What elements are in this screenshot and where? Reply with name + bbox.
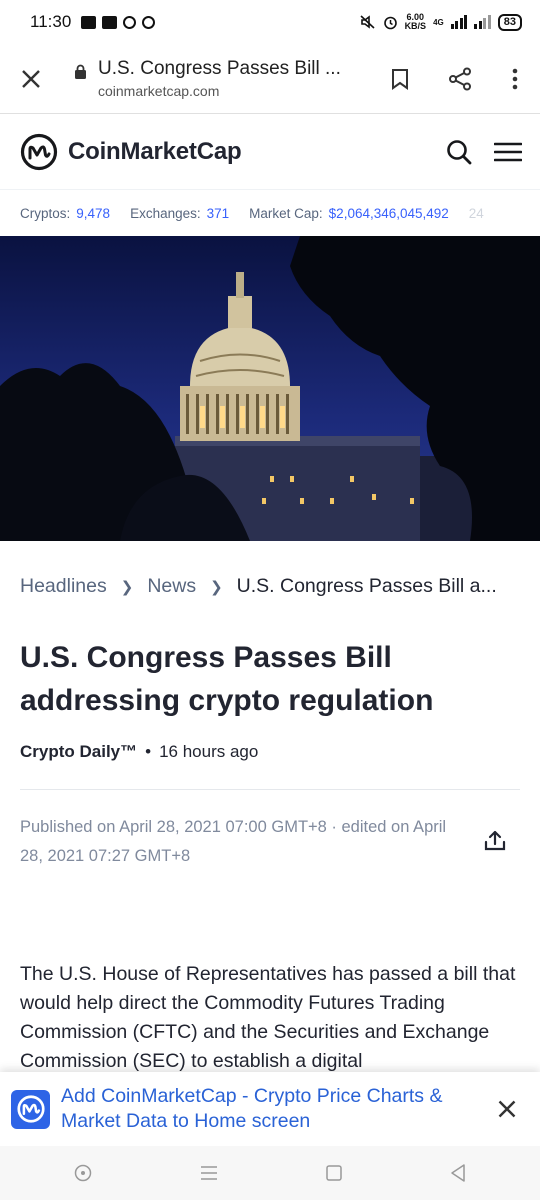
coinmarketcap-app-icon <box>16 1095 45 1123</box>
battery-icon: 83 <box>497 13 522 31</box>
facebook-icon <box>102 15 118 29</box>
share-page-button[interactable] <box>430 44 490 114</box>
article-title: U.S. Congress Passes Bill addressing cry… <box>20 641 434 717</box>
chrome-icon <box>142 15 156 29</box>
status-time: 11:30 <box>30 12 72 31</box>
page-title: U.S. Congress Passes Bill ... <box>98 58 341 79</box>
home-icon[interactable] <box>325 1164 343 1182</box>
banner-close-button[interactable] <box>474 1072 540 1146</box>
app-icon <box>11 1089 50 1129</box>
stat-overflow-text: 24 <box>468 205 484 221</box>
article-author[interactable]: Crypto Daily™ <box>20 742 137 762</box>
breadcrumb: Headlines ❯ News ❯ U.S. Congress Passes … <box>20 575 525 598</box>
network-speed: 6.00 KB/S <box>405 13 427 31</box>
byline-separator: • <box>145 742 152 761</box>
page-url: coinmarketcap.com <box>98 83 220 99</box>
signal-icon-2 <box>474 15 491 29</box>
stat-value: $2,064,346,045,492 <box>328 205 449 221</box>
article-published-date: Published on April 28, 2021 07:00 GMT+8 … <box>20 818 447 865</box>
article-time-ago: 16 hours ago <box>159 742 259 761</box>
divider <box>20 789 520 790</box>
recents-menu-icon[interactable] <box>199 1165 219 1181</box>
browser-toolbar: U.S. Congress Passes Bill ... coinmarket… <box>0 44 540 114</box>
breadcrumb-headlines[interactable]: Headlines <box>20 575 107 598</box>
close-icon <box>22 69 40 88</box>
alarm-icon <box>383 16 397 29</box>
article-hero-image <box>0 236 540 541</box>
browser-menu-button[interactable] <box>490 44 540 114</box>
capitol-night-image <box>0 236 540 541</box>
messenger-icon <box>123 15 137 29</box>
add-to-home-link[interactable]: Add CoinMarketCap - Crypto Price Charts … <box>61 1084 471 1134</box>
search-icon[interactable] <box>446 139 472 165</box>
stat-value: 371 <box>206 205 230 221</box>
youtube-icon <box>81 15 97 29</box>
stat-label: Exchanges: <box>130 205 201 221</box>
global-stats-bar: Cryptos: 9,478 Exchanges: 371 Market Cap: $… <box>0 190 540 236</box>
mute-icon <box>360 15 375 29</box>
hamburger-menu-icon[interactable] <box>494 141 522 163</box>
stat-cryptos[interactable]: Cryptos: 9,478 <box>20 206 110 221</box>
speed-unit: KB/S <box>404 21 427 31</box>
stat-value: 9,478 <box>76 205 111 221</box>
url-bar[interactable]: U.S. Congress Passes Bill ... coinmarket… <box>62 58 370 99</box>
site-logo-text[interactable]: CoinMarketCap <box>68 138 242 166</box>
add-to-home-banner: Add CoinMarketCap - Crypto Price Charts … <box>0 1072 540 1146</box>
bookmark-button[interactable] <box>370 44 430 114</box>
article-body: The U.S. House of Representatives has pa… <box>20 963 516 1072</box>
chevron-right-icon: ❯ <box>120 578 134 596</box>
article-share-button[interactable] <box>478 824 512 858</box>
lock-icon <box>75 64 86 79</box>
notification-icons <box>81 15 156 29</box>
system-nav-bar <box>0 1146 540 1200</box>
coinmarketcap-logo-icon[interactable] <box>20 133 58 171</box>
assistant-icon[interactable] <box>73 1163 93 1183</box>
stat-market-cap[interactable]: Market Cap: $2,064,346,045,492 <box>249 206 449 221</box>
upload-share-icon <box>484 830 506 851</box>
share-icon <box>449 67 471 90</box>
status-bar: 11:30 6.00 KB/S 4G 83 <box>0 0 540 44</box>
breadcrumb-current: U.S. Congress Passes Bill a... <box>236 575 497 597</box>
close-icon <box>498 1100 516 1118</box>
bookmark-icon <box>392 68 408 90</box>
network-type: 4G <box>433 17 444 27</box>
signal-icon <box>450 15 468 29</box>
breadcrumb-news[interactable]: News <box>147 575 196 598</box>
site-header: CoinMarketCap <box>0 114 540 190</box>
stat-label: Cryptos: <box>20 205 71 221</box>
stat-label: Market Cap: <box>249 205 323 221</box>
back-icon[interactable] <box>449 1163 467 1183</box>
more-vert-icon <box>512 68 518 89</box>
article-byline: Crypto Daily™ • 16 hours ago <box>20 742 258 762</box>
chevron-right-icon: ❯ <box>210 578 223 596</box>
close-tab-button[interactable] <box>0 44 62 114</box>
stat-exchanges[interactable]: Exchanges: 371 <box>130 206 229 221</box>
